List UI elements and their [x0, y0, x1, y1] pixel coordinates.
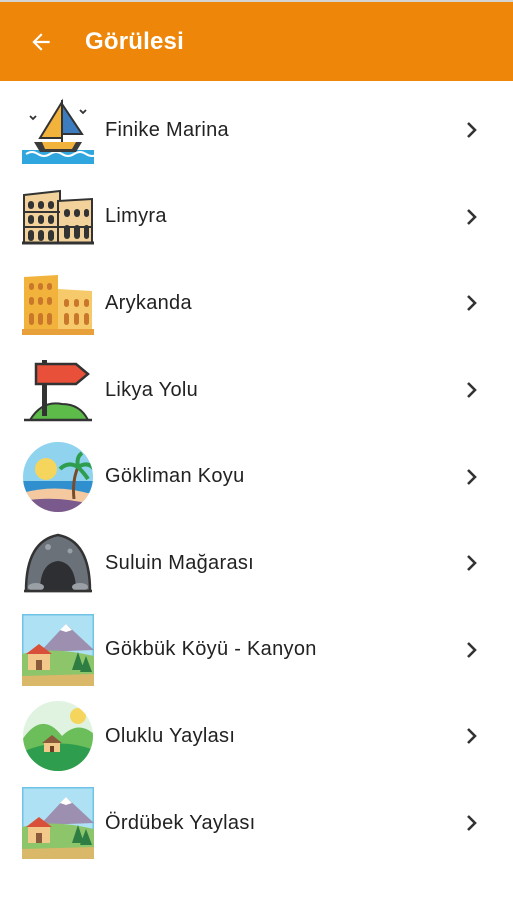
- arrow-left-icon: [32, 32, 50, 51]
- list-item-oluklu-yaylasi[interactable]: Oluklu Yaylası: [0, 693, 513, 780]
- list-item-label: Finike Marina: [105, 118, 229, 141]
- list-item-label: Likya Yolu: [105, 378, 199, 401]
- colosseum-icon: [22, 181, 94, 253]
- back-button[interactable]: [21, 22, 61, 62]
- village-mountain-icon: [22, 787, 94, 860]
- sailboat-icon: [22, 94, 94, 166]
- list-item-label: Gökbük Köyü - Kanyon: [105, 638, 317, 661]
- sights-list: Finike Marina Limyra Arykanda Likya Yolu…: [0, 81, 513, 866]
- chevron-right-icon: [467, 208, 477, 225]
- list-item-limyra[interactable]: Limyra: [0, 174, 513, 261]
- list-item-gokliman-koyu[interactable]: Gökliman Koyu: [0, 433, 513, 520]
- list-item-finike-marina[interactable]: Finike Marina: [0, 87, 513, 174]
- cave-icon: [22, 527, 94, 599]
- chevron-right-icon: [467, 468, 477, 485]
- page-title: Görülesi: [85, 27, 184, 55]
- list-item-label: Limyra: [105, 205, 167, 228]
- list-item-label: Gökliman Koyu: [105, 465, 245, 488]
- list-item-label: Oluklu Yaylası: [105, 724, 236, 747]
- list-item-arykanda[interactable]: Arykanda: [0, 260, 513, 347]
- list-item-gokbuk-koyu-kanyon[interactable]: Gökbük Köyü - Kanyon: [0, 607, 513, 694]
- hill-cabin-icon: [22, 700, 94, 772]
- list-item-likya-yolu[interactable]: Likya Yolu: [0, 347, 513, 434]
- beach-palm-icon: [22, 441, 94, 513]
- chevron-right-icon: [467, 555, 477, 572]
- list-item-label: Suluin Mağarası: [105, 551, 255, 574]
- ancient-ruins-icon: [22, 267, 94, 339]
- list-item-ordubek-yaylasi[interactable]: Ördübek Yaylası: [0, 780, 513, 867]
- list-item-suluin-magarasi[interactable]: Suluin Mağarası: [0, 520, 513, 607]
- chevron-right-icon: [467, 295, 477, 312]
- chevron-right-icon: [467, 815, 477, 831]
- chevron-right-icon: [467, 641, 477, 658]
- app-bar: Görülesi: [0, 0, 513, 81]
- chevron-right-icon: [467, 382, 477, 398]
- chevron-right-icon: [467, 122, 477, 139]
- list-item-label: Arykanda: [105, 291, 192, 314]
- signpost-icon: [22, 354, 94, 426]
- village-mountain-icon: [22, 613, 94, 686]
- chevron-right-icon: [467, 728, 477, 745]
- list-item-label: Ördübek Yaylası: [105, 811, 256, 834]
